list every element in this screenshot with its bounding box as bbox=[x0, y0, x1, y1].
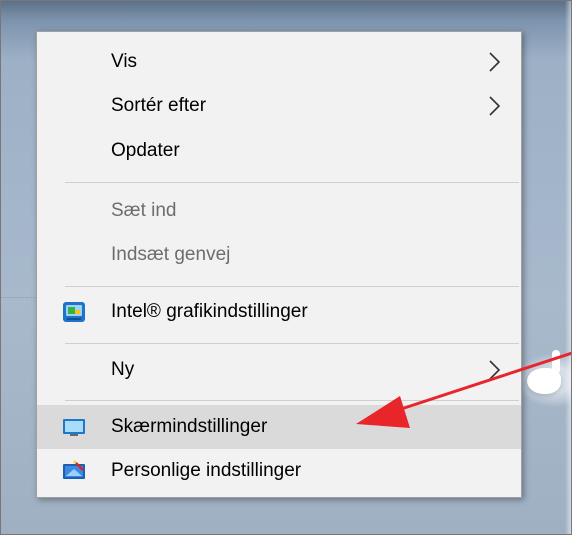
menu-item-skaermindstillinger[interactable]: Skærmindstillinger bbox=[37, 405, 521, 449]
swan-image bbox=[527, 368, 561, 394]
desktop-dotted-line bbox=[0, 297, 36, 299]
menu-item-opdater[interactable]: Opdater bbox=[37, 129, 521, 173]
menu-item-label: Sortér efter bbox=[111, 95, 207, 116]
display-settings-icon bbox=[63, 419, 85, 436]
menu-item-personlige-indstillinger[interactable]: Personlige indstillinger bbox=[37, 449, 521, 493]
desktop-context-menu: Vis Sortér efter Opdater Sæt ind Indsæt … bbox=[36, 31, 522, 498]
chevron-right-icon bbox=[489, 96, 501, 116]
menu-item-label: Skærmindstillinger bbox=[111, 416, 268, 437]
menu-item-indsaet-genvej: Indsæt genvej bbox=[37, 233, 521, 277]
background-edge bbox=[565, 0, 572, 535]
menu-item-label: Sæt ind bbox=[111, 200, 177, 221]
menu-separator bbox=[65, 286, 519, 287]
menu-item-ny[interactable]: Ny bbox=[37, 348, 521, 392]
menu-item-intel-grafikindstillinger[interactable]: Intel® grafikindstillinger bbox=[37, 290, 521, 334]
chevron-right-icon bbox=[489, 52, 501, 72]
menu-item-vis[interactable]: Vis bbox=[37, 40, 521, 84]
menu-item-sorter-efter[interactable]: Sortér efter bbox=[37, 84, 521, 128]
personalize-icon bbox=[63, 460, 85, 479]
menu-item-label: Ny bbox=[111, 359, 135, 380]
menu-separator bbox=[65, 182, 519, 183]
menu-item-label: Intel® grafikindstillinger bbox=[111, 301, 308, 322]
menu-item-label: Vis bbox=[111, 51, 138, 72]
menu-item-label: Personlige indstillinger bbox=[111, 460, 302, 481]
menu-separator bbox=[65, 343, 519, 344]
menu-item-label: Opdater bbox=[111, 140, 180, 161]
intel-graphics-icon bbox=[63, 302, 85, 322]
menu-separator bbox=[65, 400, 519, 401]
menu-item-saet-ind: Sæt ind bbox=[37, 189, 521, 233]
chevron-right-icon bbox=[489, 360, 501, 380]
menu-item-label: Indsæt genvej bbox=[111, 244, 231, 265]
